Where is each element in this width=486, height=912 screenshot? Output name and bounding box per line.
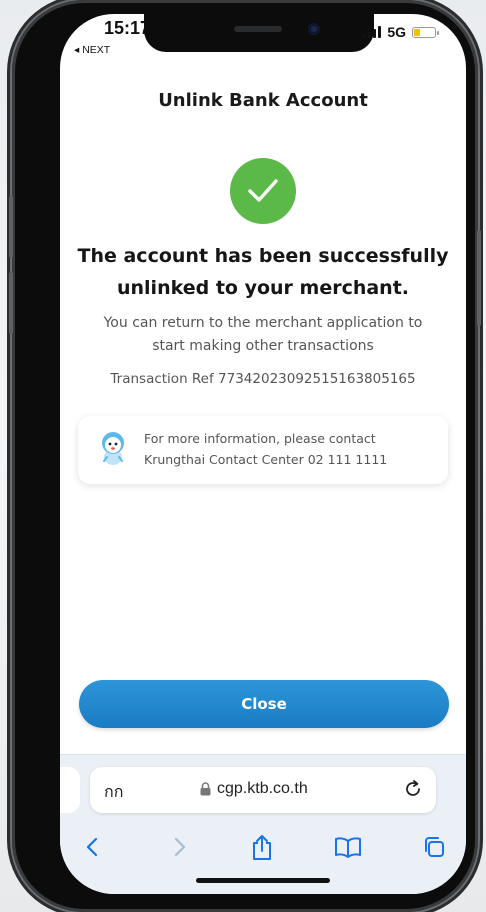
transaction-ref: Transaction Ref 7734202309251516380516​5 [110,371,416,387]
phone-frame: 15:17 ◂ NEXT 5G Unlink Bank Account The … [9,0,481,912]
url-display[interactable]: cgp.ktb.co.th [200,780,308,798]
mascot-icon [102,432,124,465]
contact-line-1: For more information, please contact [144,431,376,446]
lock-icon [200,782,211,796]
tabs-icon [425,837,444,857]
reload-icon[interactable] [402,778,424,800]
back-icon [86,837,98,857]
url-text: cgp.ktb.co.th [217,780,308,797]
signal-icon [363,26,382,38]
check-icon [248,179,278,202]
subtext-line-1: You can return to the merchant applicati… [103,315,423,331]
speaker [234,26,282,32]
text-size-button[interactable]: กก [104,780,123,805]
browser-bar: กก cgp.ktb.co.th [60,754,466,894]
headline-line-2: unlinked to your merchant. [116,277,410,299]
notch [144,14,374,52]
camera [308,23,320,35]
return-instructions: You can return to the merchant applicati… [76,312,450,358]
contact-text: For more information, please contact Kru… [144,428,387,470]
share-button[interactable] [242,831,282,863]
home-indicator[interactable] [196,878,330,883]
close-button[interactable]: Close [79,680,449,728]
browser-toolbar [60,831,466,867]
back-to-app-link[interactable]: ◂ NEXT [74,44,110,56]
network-type: 5G [387,24,406,40]
headline-line-1: The account has been successfully [77,245,449,267]
back-button[interactable] [72,831,112,863]
contact-card: For more information, please contact Kru… [78,416,448,484]
address-bar[interactable]: กก cgp.ktb.co.th [90,767,436,813]
subtext-line-2: start making other transactions [152,338,374,354]
status-indicators: 5G [363,24,439,40]
bookmarks-icon [335,837,361,858]
screen: 15:17 ◂ NEXT 5G Unlink Bank Account The … [60,14,466,894]
success-badge [230,158,296,224]
share-icon [253,835,271,860]
power-button [477,230,481,326]
bookmarks-button[interactable] [328,831,368,863]
contact-line-2: Krungthai Contact Center 02 111 1111 [144,452,388,467]
forward-icon [174,837,186,857]
tabs-button[interactable] [414,831,454,863]
previous-tab-preview[interactable] [60,767,80,813]
volume-down-button [9,272,13,334]
success-headline: The account has been successfully unlink… [70,240,456,304]
volume-up-button [9,196,13,258]
battery-icon [412,26,439,38]
page-title: Unlink Bank Account [158,90,368,111]
forward-button[interactable] [160,831,200,863]
